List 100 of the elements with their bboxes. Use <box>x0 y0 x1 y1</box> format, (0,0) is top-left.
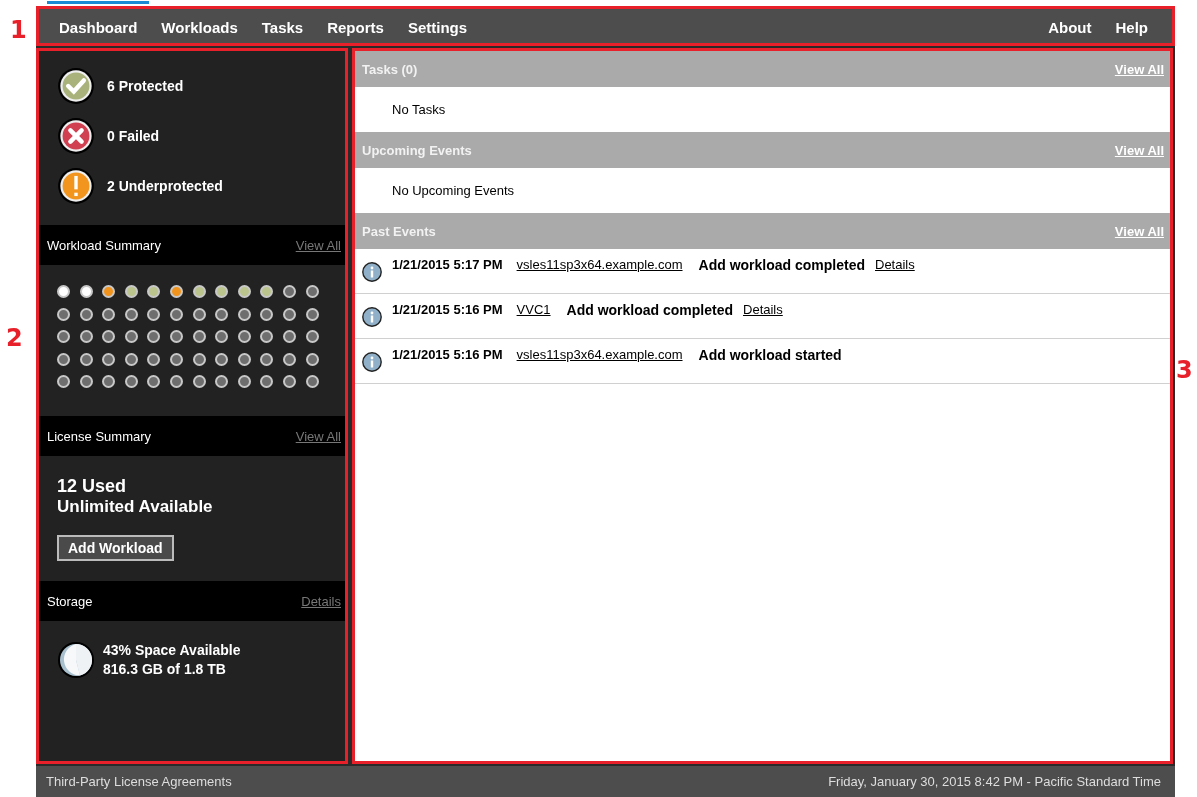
workload-dot[interactable] <box>192 307 206 321</box>
workload-dot[interactable] <box>305 375 319 388</box>
workload-dot[interactable] <box>237 285 251 298</box>
workload-dot[interactable] <box>237 352 251 366</box>
workload-dot[interactable] <box>192 285 206 298</box>
event-message: Add workload completed <box>566 302 733 318</box>
workload-dot[interactable] <box>147 330 161 343</box>
workload-dot[interactable] <box>215 330 229 343</box>
workload-dot[interactable] <box>260 307 274 321</box>
status-label: 0 Failed <box>107 128 160 144</box>
workload-dot[interactable] <box>260 375 274 388</box>
event-time: 1/21/2015 5:16 PM <box>392 302 503 317</box>
workload-dot[interactable] <box>305 330 319 343</box>
nav-tab[interactable]: Tasks <box>249 12 316 40</box>
pie-chart-icon <box>57 641 95 679</box>
workload-dot[interactable] <box>102 285 116 298</box>
workload-dot[interactable] <box>124 307 138 321</box>
workload-dot[interactable] <box>192 375 206 388</box>
nav-tab[interactable]: Dashboard <box>47 0 150 40</box>
section-title: Workload Summary <box>47 237 161 253</box>
source-link[interactable]: vsles11sp3x64.example.com <box>516 257 683 272</box>
nav-link[interactable]: About <box>1036 12 1104 40</box>
workload-dot[interactable] <box>124 375 138 388</box>
section-title: Storage <box>47 593 93 609</box>
workload-dot[interactable] <box>169 307 183 321</box>
workload-dot[interactable] <box>305 352 319 366</box>
workload-dot[interactable] <box>79 330 93 343</box>
details-link[interactable]: Details <box>743 302 783 317</box>
workload-dot[interactable] <box>57 285 70 298</box>
event-message: Add workload completed <box>698 257 865 273</box>
workload-dot[interactable] <box>102 352 116 366</box>
source-link[interactable]: VVC1 <box>516 302 551 317</box>
workload-dot[interactable] <box>124 330 138 343</box>
status-label: 6 Protected <box>107 78 184 94</box>
workload-dot[interactable] <box>169 375 183 388</box>
workload-dot[interactable] <box>260 285 274 298</box>
info-icon <box>362 262 382 282</box>
section-title: Past Events <box>362 223 436 239</box>
view-link[interactable]: View All <box>295 237 341 253</box>
workload-dot[interactable] <box>215 307 229 321</box>
empty-message: No Tasks <box>392 102 446 117</box>
workload-dot[interactable] <box>79 352 93 366</box>
workload-dot[interactable] <box>57 330 70 343</box>
workload-dot[interactable] <box>305 285 319 298</box>
workload-dot[interactable] <box>215 352 229 366</box>
workload-dot[interactable] <box>260 330 274 343</box>
status-label: 2 Underprotected <box>107 178 223 194</box>
workload-dot[interactable] <box>57 375 70 388</box>
storage-capacity: 816.3 GB of 1.8 TB <box>103 660 227 679</box>
workload-dot[interactable] <box>102 375 116 388</box>
workload-dot[interactable] <box>169 330 183 343</box>
workload-dot[interactable] <box>282 375 296 388</box>
nav-tab[interactable]: Workloads <box>149 12 250 40</box>
workload-dot[interactable] <box>305 307 319 321</box>
workload-dot[interactable] <box>169 285 183 298</box>
workload-dot[interactable] <box>147 307 161 321</box>
workload-dot[interactable] <box>124 352 138 366</box>
info-icon <box>362 352 382 372</box>
workload-dot[interactable] <box>102 330 116 343</box>
workload-dot[interactable] <box>169 352 183 366</box>
workload-dot[interactable] <box>282 307 296 321</box>
workload-dot[interactable] <box>282 352 296 366</box>
view-link[interactable]: View All <box>295 428 341 444</box>
workload-dot[interactable] <box>102 307 116 321</box>
workload-dot[interactable] <box>147 375 161 388</box>
workload-dot[interactable] <box>124 285 138 298</box>
view-link[interactable]: Details <box>301 593 341 609</box>
workload-dot[interactable] <box>79 375 93 388</box>
empty-message: No Upcoming Events <box>392 183 515 198</box>
add-workload-button[interactable]: Add Workload <box>57 535 174 561</box>
section-title: Upcoming Events <box>362 142 472 158</box>
workload-dot[interactable] <box>215 375 229 388</box>
license-agreements-link[interactable]: Third-Party License Agreements <box>46 774 232 789</box>
workload-dot[interactable] <box>192 330 206 343</box>
workload-dot[interactable] <box>79 307 93 321</box>
source-link[interactable]: vsles11sp3x64.example.com <box>516 347 683 362</box>
workload-dot[interactable] <box>215 285 229 298</box>
workload-dot[interactable] <box>237 375 251 388</box>
workload-dot[interactable] <box>57 307 70 321</box>
workload-dot[interactable] <box>260 352 274 366</box>
nav-tab[interactable]: Settings <box>395 12 480 40</box>
workload-dot[interactable] <box>79 285 93 298</box>
workload-dot[interactable] <box>147 285 161 298</box>
workload-dot[interactable] <box>282 285 296 298</box>
workload-dot[interactable] <box>237 307 251 321</box>
nav-tab[interactable]: Reports <box>315 12 396 40</box>
callout-number: 3 <box>1176 356 1193 384</box>
nav-link[interactable]: Help <box>1103 12 1160 40</box>
workload-dot[interactable] <box>237 330 251 343</box>
workload-dot[interactable] <box>282 330 296 343</box>
section-title: License Summary <box>47 428 152 444</box>
workload-dot[interactable] <box>192 352 206 366</box>
workload-dot[interactable] <box>57 352 70 366</box>
storage-available: 43% Space Available <box>103 641 241 660</box>
callout-number: 1 <box>10 16 27 44</box>
license-available: Unlimited Available <box>56 497 214 517</box>
workload-dot[interactable] <box>147 352 161 366</box>
details-link[interactable]: Details <box>875 257 915 272</box>
section-title: Tasks (0) <box>362 61 418 77</box>
license-used: 12 Used <box>56 476 128 497</box>
